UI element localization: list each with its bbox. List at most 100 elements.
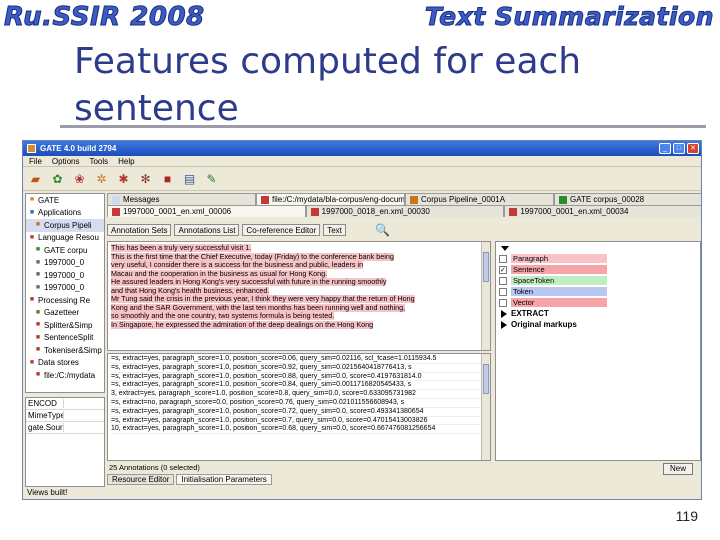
annotation-type-row[interactable]: ✓ Sentence (499, 264, 697, 275)
menu-file[interactable]: File (29, 157, 42, 166)
open-datastore-icon[interactable]: ✻ (137, 170, 154, 187)
processing-icon: ■ (29, 296, 35, 304)
annotation-type-checkbox[interactable] (499, 254, 507, 263)
new-datastore-icon[interactable]: ✱ (115, 170, 132, 187)
tree-item[interactable]: ■ Processing Re (26, 294, 104, 307)
annotation-row[interactable]: 3, extract=yes, paragraph_score=1.0, pos… (111, 390, 487, 399)
annotation-type-row[interactable]: Token (499, 286, 697, 297)
tree-item[interactable]: ■ Gazetteer (26, 307, 104, 320)
document-text-line: This is the first time that the Chief Ex… (111, 252, 487, 262)
menu-help[interactable]: Help (118, 157, 134, 166)
annotation-row[interactable]: 10, extract=yes, paragraph_score=1.0, po… (111, 425, 487, 435)
annotation-type-checkbox[interactable] (499, 287, 507, 296)
annotations-scrollbar-thumb[interactable] (483, 364, 489, 394)
tab-doctabs-1[interactable]: file:/C:/mydata/bla-corpus/eng-documents… (256, 193, 405, 205)
slide-title-line-1: Features computed for each (74, 41, 582, 82)
menu-options[interactable]: Options (52, 157, 80, 166)
document-text-line: He assured leaders in Hong Kong's very s… (111, 278, 487, 287)
annotation-type-label: Paragraph (511, 254, 607, 263)
annotation-row[interactable]: =s, extract=yes, paragraph_score=1.0, po… (111, 417, 487, 426)
document-text-pane[interactable]: This has been a truly very successful vi… (107, 241, 491, 351)
save-icon[interactable]: ■ (159, 170, 176, 187)
main-tabs: Messages file:/C:/mydata/bla-corpus/eng-d… (107, 193, 701, 205)
tab-doctabs2-2[interactable]: 1997000_0001_en.xml_00034 (504, 205, 701, 217)
document-tabs: 1997000_0001_en.xml_00006 1997000_0018_en… (107, 205, 701, 217)
slide-title: Features computed for each sentence (74, 38, 634, 132)
annotation-row[interactable]: =s, extract=yes, paragraph_score=1.0, po… (111, 381, 487, 391)
annotation-type-checkbox[interactable] (499, 276, 507, 285)
tab-label: 1997000_0001_en.xml_00006 (123, 207, 232, 216)
tab-label: 1997000_0001_en.xml_00034 (520, 207, 629, 216)
tab-doctabs2-0[interactable]: 1997000_0001_en.xml_00006 (107, 205, 306, 217)
tree-item[interactable]: ■ 1997000_0 (26, 282, 104, 295)
document-text-line: so smoothly and the one country, two sys… (111, 312, 487, 321)
tree-item[interactable]: ■ Tokeniser&Simp (26, 344, 104, 357)
expand-arrow-icon[interactable] (501, 320, 507, 329)
corpus-tab-icon (559, 195, 567, 204)
new-application-icon[interactable]: ✲ (93, 170, 110, 187)
tab-doctabs2-1[interactable]: 1997000_0018_en.xml_00030 (305, 205, 505, 217)
tree-item[interactable]: ■ 1997000_0 (26, 269, 104, 282)
tree-item[interactable]: ■ GATE (26, 194, 104, 207)
new-language-resource-icon[interactable]: ✿ (49, 170, 66, 187)
load-application-icon[interactable]: ▰ (27, 170, 44, 187)
view-button-0[interactable]: Annotation Sets (107, 224, 172, 236)
annotation-type-row[interactable]: Vector (499, 297, 697, 308)
window-titlebar[interactable]: GATE 4.0 build 2794 _ □ ✕ (23, 141, 701, 156)
tab-doctabs-2[interactable]: Corpus Pipeline_0001A (405, 193, 554, 205)
view-button-3[interactable]: Text (323, 224, 346, 236)
property-row: ENCOD (26, 398, 104, 410)
tree-item[interactable]: ■ Language Resou (26, 232, 104, 245)
annotation-row[interactable]: =s, extract=yes, paragraph_score=1.0, po… (111, 355, 487, 364)
tree-item-label: Processing Re (38, 295, 91, 305)
annotation-row[interactable]: =s, extract=no, paragraph_score=0.0, pos… (111, 399, 487, 408)
tree-item[interactable]: ■ Data stores (26, 357, 104, 370)
tree-item[interactable]: ■ 1997000_0 (26, 257, 104, 270)
menu-tools[interactable]: Tools (89, 157, 108, 166)
annotation-type-row[interactable]: Paragraph (499, 253, 697, 264)
annotation-row[interactable]: =s, extract=yes, paragraph_score=1.0, po… (111, 408, 487, 417)
view-button-2[interactable]: Co-reference Editor (242, 224, 321, 236)
annotation-set-group[interactable]: EXTRACT (499, 308, 697, 319)
text-scrollbar[interactable] (481, 242, 490, 350)
sentence-highlight: so smoothly and the one country, two sys… (111, 312, 335, 320)
tree-item[interactable]: ■ Splitter&Simp (26, 319, 104, 332)
annotation-row[interactable]: =s, extract=yes, paragraph_score=1.0, po… (111, 364, 487, 373)
pencil-icon[interactable]: ✎ (203, 170, 220, 187)
document-tab-icon (112, 207, 120, 216)
annotation-set-group[interactable]: Original markups (499, 319, 697, 330)
property-key: ENCOD (26, 399, 64, 408)
text-scrollbar-thumb[interactable] (483, 252, 489, 282)
new-annotation-button[interactable]: New (663, 463, 693, 475)
datastore-file-icon: ■ (35, 371, 41, 379)
sentence-highlight: In Singapore, he expressed the admiratio… (111, 320, 374, 329)
annotation-type-checkbox[interactable] (499, 298, 507, 307)
bottom-tab-0[interactable]: Resource Editor (107, 474, 175, 485)
tree-item[interactable]: ■ Applications (26, 207, 104, 220)
new-processing-resource-icon[interactable]: ❀ (71, 170, 88, 187)
default-set-expanded-icon[interactable] (501, 246, 509, 251)
document-tab-icon (310, 207, 319, 216)
close-button[interactable]: ✕ (687, 143, 699, 154)
tree-item[interactable]: ■ file:/C:/mydata (26, 369, 104, 382)
expand-arrow-icon[interactable] (501, 309, 507, 318)
document-editor-icon[interactable]: ▤ (181, 170, 198, 187)
search-icon[interactable]: 🔍 (375, 223, 390, 237)
tab-doctabs-3[interactable]: GATE corpus_00028 (554, 193, 701, 205)
maximize-button[interactable]: □ (673, 143, 685, 154)
document-text-line: Mr Tung said the crisis in the previous … (111, 295, 487, 304)
view-button-1[interactable]: Annotations List (174, 224, 240, 236)
annotations-list[interactable]: =s, extract=yes, paragraph_score=1.0, po… (107, 353, 491, 461)
annotation-type-row[interactable]: SpaceToken (499, 275, 697, 286)
tree-item[interactable]: ■ GATE corpu (26, 244, 104, 257)
annotations-scrollbar[interactable] (481, 354, 490, 460)
resource-tree: ■ GATE ■ Applications ■ Corpus Pipeli ■ Languag… (25, 193, 105, 393)
annotation-row[interactable]: =s, extract=yes, paragraph_score=1.0, po… (111, 373, 487, 382)
bottom-tab-1[interactable]: Initialisation Parameters (176, 474, 272, 485)
tab-label: 1997000_0018_en.xml_00030 (321, 207, 430, 216)
tree-item[interactable]: ■ SentenceSplit (26, 332, 104, 345)
annotation-type-checkbox[interactable]: ✓ (499, 265, 507, 274)
tree-item[interactable]: ■ Corpus Pipeli (26, 219, 104, 232)
tab-doctabs-0[interactable]: Messages (107, 193, 256, 205)
minimize-button[interactable]: _ (659, 143, 671, 154)
